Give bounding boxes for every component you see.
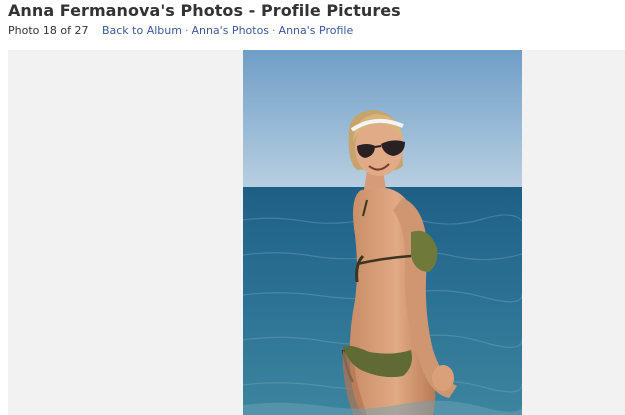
photo-position-counter: Photo 18 of 27: [8, 24, 89, 37]
photo-stage: [8, 50, 625, 415]
profile-photo[interactable]: [243, 50, 522, 415]
back-to-album-link[interactable]: Back to Album: [102, 24, 182, 37]
nav-separator: ·: [184, 24, 189, 37]
page-title: Anna Fermanova's Photos - Profile Pictur…: [8, 1, 401, 20]
photo-nav-bar: Photo 18 of 27 Back to Album · Anna's Phot…: [8, 24, 353, 37]
photo-viewer-page: Anna Fermanova's Photos - Profile Pictur…: [0, 0, 625, 415]
annas-profile-link[interactable]: Anna's Profile: [279, 24, 354, 37]
nav-separator: ·: [272, 24, 276, 37]
beach-photo-image: [243, 50, 522, 415]
annas-photos-link[interactable]: Anna's Photos: [191, 24, 269, 37]
